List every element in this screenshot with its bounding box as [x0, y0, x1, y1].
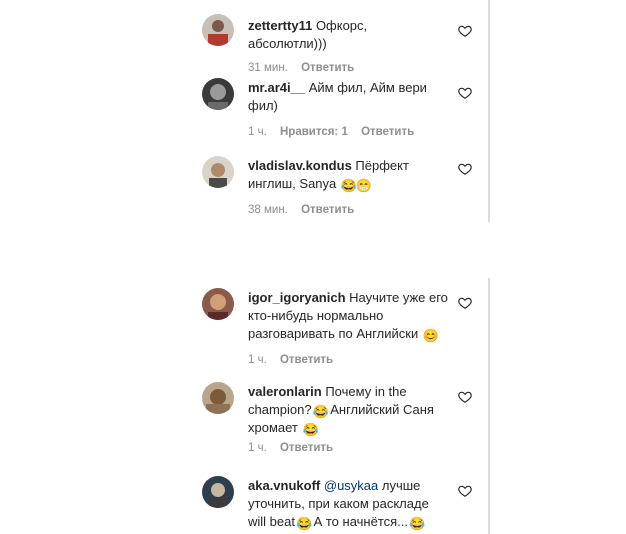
comment-time[interactable]: 31 мин.	[248, 62, 288, 74]
laughing-emoji: 😂	[312, 404, 329, 419]
avatar[interactable]	[202, 156, 234, 188]
like-heart-icon[interactable]	[458, 86, 472, 100]
avatar[interactable]	[202, 78, 234, 110]
reply-button[interactable]: Ответить	[301, 62, 354, 74]
avatar[interactable]	[202, 288, 234, 320]
avatar[interactable]	[202, 476, 234, 508]
smiling-emoji: 😊	[422, 328, 440, 343]
avatar[interactable]	[202, 382, 234, 414]
reply-button[interactable]: Ответить	[361, 126, 414, 138]
scrollbar[interactable]	[488, 0, 490, 222]
comment-text: А то начнётся...	[309, 514, 409, 529]
like-heart-icon[interactable]	[458, 390, 472, 404]
comment-username[interactable]: igor_igoryanich	[248, 290, 346, 305]
mention-link[interactable]: @usykaa	[324, 478, 378, 493]
comment-username[interactable]: vladislav.kondus	[248, 158, 352, 173]
laughing-emoji: 😂	[302, 422, 319, 437]
reply-button[interactable]: Ответить	[280, 354, 333, 366]
avatar[interactable]	[202, 14, 234, 46]
comment-username[interactable]: valeronlarin	[248, 384, 322, 399]
comment-username[interactable]: zettertty11	[248, 18, 312, 33]
laughing-emoji: 😂	[409, 516, 426, 531]
grinning-emoji: 😁	[355, 178, 373, 193]
likes-count[interactable]: Нравится: 1	[280, 126, 348, 138]
like-heart-icon[interactable]	[458, 484, 472, 498]
comment-time[interactable]: 1 ч.	[248, 442, 267, 454]
like-heart-icon[interactable]	[458, 296, 472, 310]
laughing-emoji: 😂	[295, 516, 313, 531]
comment-username[interactable]: mr.ar4i__	[248, 80, 305, 95]
comments-panel-bottom: igor_igoryanich Научите уже его кто-нибу…	[190, 278, 490, 534]
comment-time[interactable]: 38 мин.	[248, 204, 288, 216]
comment-time[interactable]: 1 ч.	[248, 126, 267, 138]
comments-panel-top: zettertty11 Офкорс, абсолютли))) 31 мин.…	[190, 0, 490, 222]
reply-button[interactable]: Ответить	[301, 204, 354, 216]
comment-time[interactable]: 1 ч.	[248, 354, 267, 366]
comment-username[interactable]: aka.vnukoff	[248, 478, 320, 493]
reply-button[interactable]: Ответить	[280, 442, 333, 454]
like-heart-icon[interactable]	[458, 162, 472, 176]
scrollbar[interactable]	[488, 278, 490, 534]
laughing-emoji: 😂	[340, 178, 358, 193]
like-heart-icon[interactable]	[458, 24, 472, 38]
